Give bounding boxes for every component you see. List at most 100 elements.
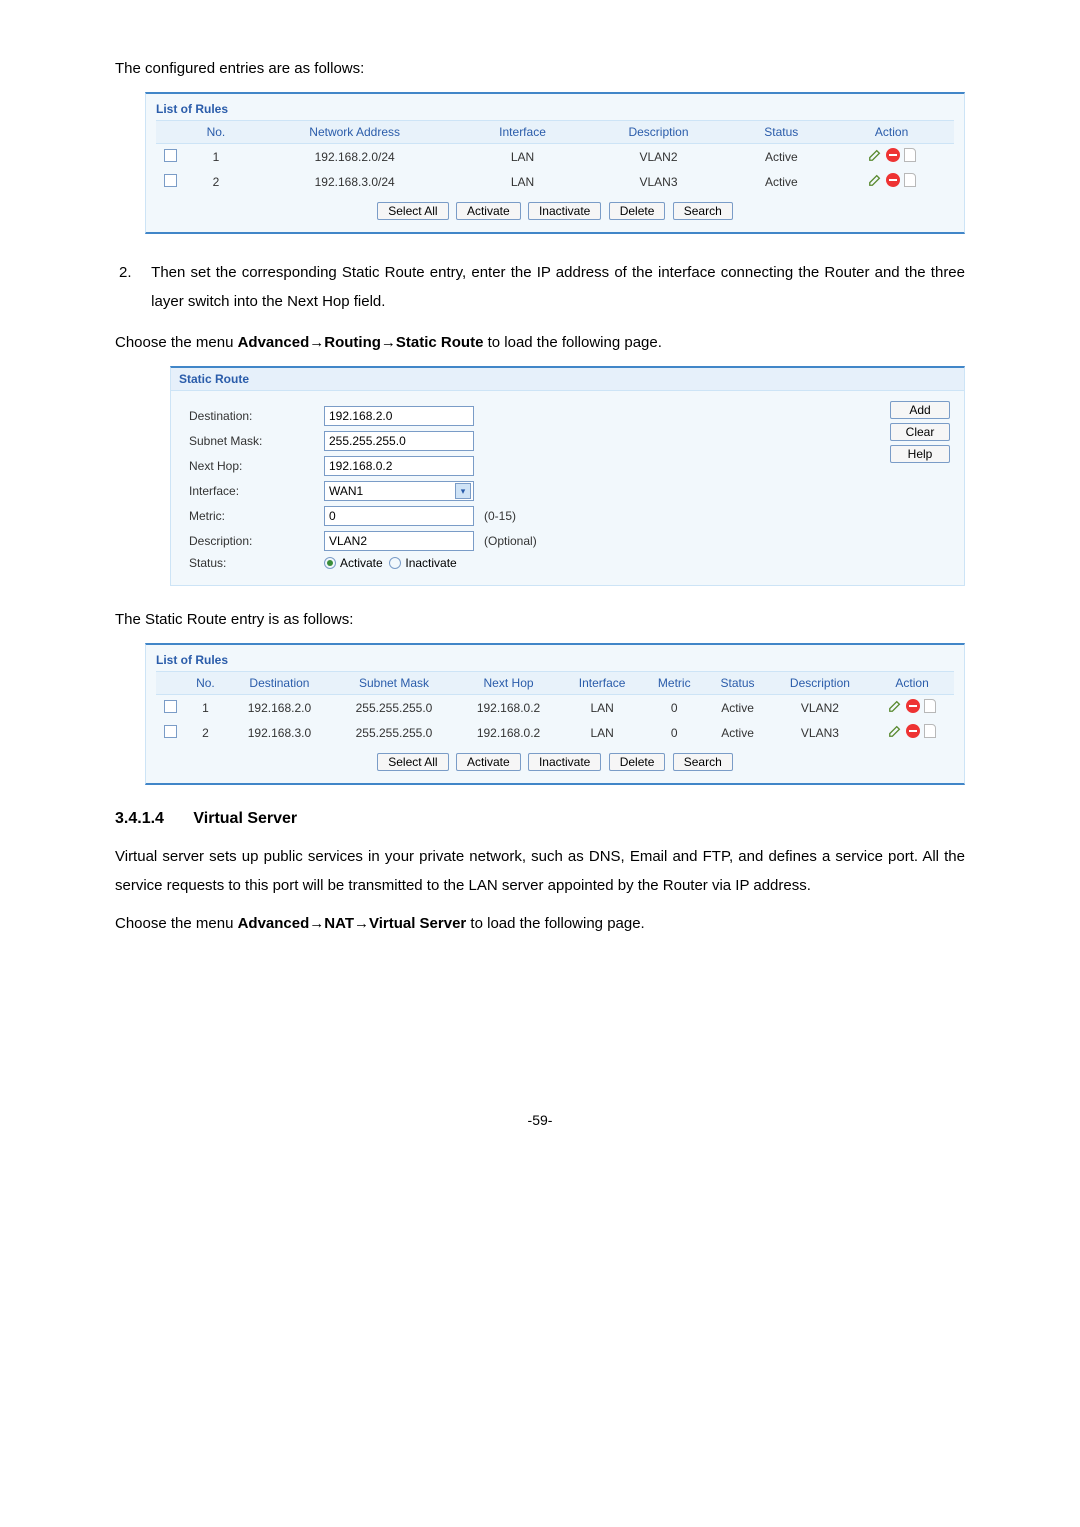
subnet-mask-input[interactable] [324,431,474,451]
clear-button[interactable]: Clear [890,423,950,441]
menu-instruction-2: Choose the menu Advanced→NAT→Virtual Ser… [115,915,965,932]
activate-button[interactable]: Activate [456,753,521,771]
cell-metric: 0 [643,695,705,721]
h-action: Action [870,672,954,695]
delete-icon[interactable] [906,724,920,738]
h-interface: Interface [561,672,643,695]
header-interface: Interface [461,121,583,144]
next-hop-label: Next Hop: [189,459,324,473]
h-description: Description [770,672,871,695]
table-row: 2 192.168.3.0/24 LAN VLAN3 Active [156,169,954,194]
copy-icon[interactable] [924,724,936,738]
edit-icon[interactable] [868,173,882,187]
cell-status: Active [705,720,769,745]
virtual-server-paragraph: Virtual server sets up public services i… [115,843,965,900]
rules-panel-1: List of Rules No. Network Address Interf… [145,92,965,234]
header-status: Status [733,121,829,144]
description-hint: (Optional) [484,534,537,548]
section-heading: 3.4.1.4 Virtual Server [115,810,965,828]
help-button[interactable]: Help [890,445,950,463]
h-destination: Destination [227,672,332,695]
rules1-header-row: No. Network Address Interface Descriptio… [156,121,954,144]
delete-icon[interactable] [886,148,900,162]
description-label: Description: [189,534,324,548]
status-label: Status: [189,556,324,570]
intro-text-2: The Static Route entry is as follows: [115,611,965,628]
cell-iface: LAN [461,144,583,170]
cell-iface: LAN [461,169,583,194]
cell-addr: 192.168.3.0/24 [248,169,462,194]
cell-no: 1 [184,144,248,170]
row-checkbox[interactable] [164,725,177,738]
inactivate-radio[interactable] [389,557,401,569]
select-all-button[interactable]: Select All [377,202,448,220]
table-row: 1 192.168.2.0/24 LAN VLAN2 Active [156,144,954,170]
delete-button[interactable]: Delete [609,202,666,220]
row-checkbox[interactable] [164,700,177,713]
cell-dest: 192.168.3.0 [227,720,332,745]
cell-metric: 0 [643,720,705,745]
next-hop-input[interactable] [324,456,474,476]
inactivate-button[interactable]: Inactivate [528,202,601,220]
h-subnet-mask: Subnet Mask [332,672,456,695]
cell-desc: VLAN2 [770,695,871,721]
cell-no: 2 [184,720,227,745]
select-all-button[interactable]: Select All [377,753,448,771]
delete-button[interactable]: Delete [609,753,666,771]
interface-label: Interface: [189,484,324,498]
header-action: Action [829,121,954,144]
copy-icon[interactable] [904,148,916,162]
page-number: -59- [115,1112,965,1128]
delete-icon[interactable] [906,699,920,713]
h-metric: Metric [643,672,705,695]
form-title: Static Route [171,368,964,391]
inactivate-radio-label: Inactivate [405,556,456,570]
search-button[interactable]: Search [673,753,733,771]
inactivate-button[interactable]: Inactivate [528,753,601,771]
intro-text-1: The configured entries are as follows: [115,60,965,77]
description-input[interactable] [324,531,474,551]
menu-instruction-1: Choose the menu Advanced→Routing→Static … [115,334,965,351]
header-no: No. [184,121,248,144]
row-checkbox[interactable] [164,149,177,162]
cell-no: 1 [184,695,227,721]
header-network-address: Network Address [248,121,462,144]
interface-value: WAN1 [329,484,363,498]
cell-hop: 192.168.0.2 [456,720,561,745]
copy-icon[interactable] [924,699,936,713]
cell-status: Active [733,144,829,170]
metric-input[interactable] [324,506,474,526]
metric-label: Metric: [189,509,324,523]
copy-icon[interactable] [904,173,916,187]
activate-radio-label: Activate [340,556,383,570]
edit-icon[interactable] [888,699,902,713]
cell-addr: 192.168.2.0/24 [248,144,462,170]
h-chk [156,672,184,695]
cell-iface: LAN [561,695,643,721]
delete-icon[interactable] [886,173,900,187]
interface-select[interactable]: WAN1 ▾ [324,481,474,501]
table-row: 1 192.168.2.0 255.255.255.0 192.168.0.2 … [156,695,954,721]
cell-iface: LAN [561,720,643,745]
cell-status: Active [705,695,769,721]
cell-mask: 255.255.255.0 [332,720,456,745]
h-no: No. [184,672,227,695]
destination-input[interactable] [324,406,474,426]
add-button[interactable]: Add [890,401,950,419]
activate-radio[interactable] [324,557,336,569]
table-row: 2 192.168.3.0 255.255.255.0 192.168.0.2 … [156,720,954,745]
cell-status: Active [733,169,829,194]
row-checkbox[interactable] [164,174,177,187]
edit-icon[interactable] [888,724,902,738]
cell-hop: 192.168.0.2 [456,695,561,721]
activate-button[interactable]: Activate [456,202,521,220]
header-chk [156,121,184,144]
search-button[interactable]: Search [673,202,733,220]
metric-hint: (0-15) [484,509,516,523]
section-number: 3.4.1.4 [115,810,164,828]
edit-icon[interactable] [868,148,882,162]
cell-desc: VLAN2 [584,144,734,170]
chevron-down-icon[interactable]: ▾ [455,483,471,499]
h-status: Status [705,672,769,695]
step2-text: Then set the corresponding Static Route … [151,259,965,316]
